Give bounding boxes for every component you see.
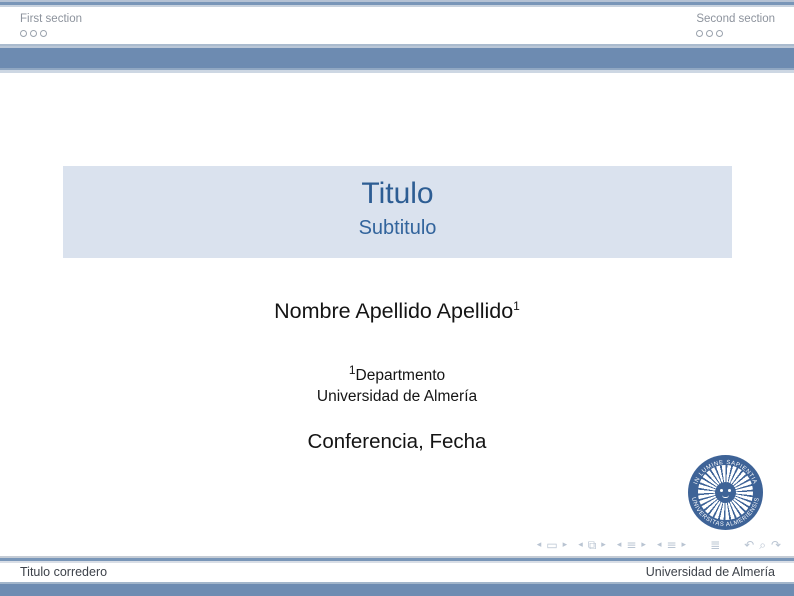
institute-block: 1Departmento Universidad de Almería bbox=[0, 360, 794, 407]
slide-subtitle: Subtitulo bbox=[63, 216, 732, 240]
author-name: Nombre Apellido Apellido bbox=[274, 299, 513, 323]
header-bar-edge-2 bbox=[0, 70, 794, 73]
prev-subsection-icon[interactable]: ◂ bbox=[657, 538, 662, 552]
frame-dot[interactable] bbox=[696, 30, 703, 37]
top-stripe-light-2 bbox=[0, 5, 794, 7]
author-line: Nombre Apellido Apellido1 bbox=[0, 299, 794, 324]
beamer-title-slide: First section Second section Titulo Subt… bbox=[0, 0, 794, 596]
header-section-first[interactable]: First section bbox=[20, 12, 82, 37]
section-dots bbox=[20, 30, 82, 37]
frame-dot[interactable] bbox=[30, 30, 37, 37]
slide-title: Titulo bbox=[63, 177, 732, 211]
next-subsection-icon[interactable]: ▸ bbox=[682, 538, 687, 552]
next-frame-icon[interactable]: ▸ bbox=[601, 538, 606, 552]
subsection-icon[interactable]: ≡ bbox=[666, 538, 676, 552]
frame-dot[interactable] bbox=[20, 30, 27, 37]
header-section-second[interactable]: Second section bbox=[696, 12, 775, 37]
institute-department: Departmento bbox=[356, 367, 446, 384]
section-label[interactable]: Second section bbox=[696, 12, 775, 26]
author-footnote-mark: 1 bbox=[513, 299, 520, 313]
frame-dot[interactable] bbox=[40, 30, 47, 37]
conference-date: Conferencia, Fecha bbox=[0, 430, 794, 454]
prev-frame-icon[interactable]: ◂ bbox=[578, 538, 583, 552]
frame-dot[interactable] bbox=[716, 30, 723, 37]
prev-section-icon[interactable]: ◂ bbox=[617, 538, 622, 552]
section-dots bbox=[696, 30, 775, 37]
footer-institution: Universidad de Almería bbox=[646, 565, 775, 579]
header-blue-bar bbox=[0, 48, 794, 68]
section-icon[interactable]: ≡ bbox=[626, 538, 636, 552]
beamer-navigation-bar: ◂ ▭ ▸ ◂ ⧉ ▸ ◂ ≡ ▸ ◂ ≡ ▸ ≣ ↶ ⌕ ↷ bbox=[537, 538, 781, 552]
next-slide-icon[interactable]: ▸ bbox=[563, 538, 568, 552]
institute-university: Universidad de Almería bbox=[0, 386, 794, 407]
back-icon[interactable]: ↶ bbox=[744, 538, 754, 552]
svg-text:IN LUMINE SAPIENTIA: IN LUMINE SAPIENTIA bbox=[693, 460, 757, 485]
frame-dot[interactable] bbox=[706, 30, 713, 37]
universidad-almeria-seal-logo: IN LUMINE SAPIENTIA UNIVERSITAS ALMERIEN… bbox=[688, 455, 763, 530]
seal-motto-bottom: UNIVERSITAS ALMERIENSIS bbox=[690, 497, 761, 528]
section-label[interactable]: First section bbox=[20, 12, 82, 26]
institute-footnote-mark: 1 bbox=[349, 363, 356, 377]
seal-motto-top: IN LUMINE SAPIENTIA bbox=[693, 460, 757, 485]
forward-icon[interactable]: ↷ bbox=[771, 538, 781, 552]
search-icon[interactable]: ⌕ bbox=[759, 538, 766, 552]
footer-short-title: Titulo corredero bbox=[20, 565, 107, 579]
next-section-icon[interactable]: ▸ bbox=[641, 538, 646, 552]
appendix-icon[interactable]: ≣ bbox=[710, 538, 720, 552]
bottom-blue-bar bbox=[0, 584, 794, 596]
slide-icon[interactable]: ▭ bbox=[546, 538, 557, 552]
prev-slide-icon[interactable]: ◂ bbox=[537, 538, 542, 552]
svg-text:UNIVERSITAS ALMERIENSIS: UNIVERSITAS ALMERIENSIS bbox=[690, 497, 761, 528]
frame-icon[interactable]: ⧉ bbox=[588, 538, 597, 552]
seal-motto-text: IN LUMINE SAPIENTIA UNIVERSITAS ALMERIEN… bbox=[688, 455, 763, 530]
title-box: Titulo Subtitulo bbox=[63, 166, 732, 258]
footer: Titulo corredero Universidad de Almería bbox=[0, 563, 794, 582]
institute-department-line: 1Departmento bbox=[0, 360, 794, 386]
